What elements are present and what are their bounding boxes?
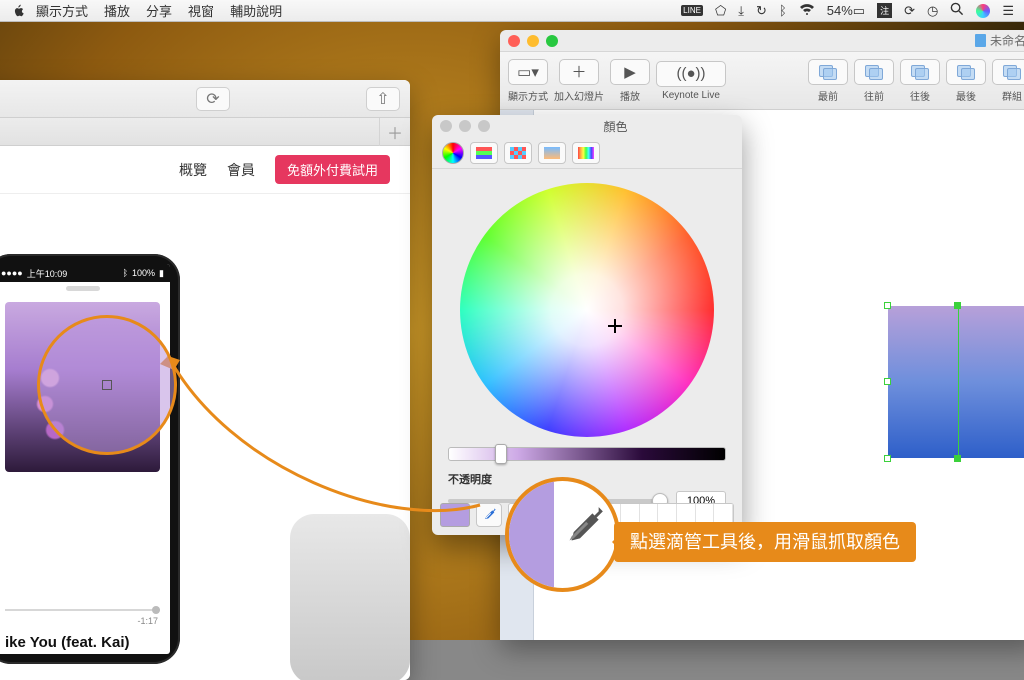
wifi-icon[interactable] (799, 3, 815, 18)
panel-title: 顏色 (497, 118, 734, 135)
color-mode-tabs (432, 137, 742, 169)
color-wheel[interactable] (460, 183, 714, 437)
reload-button[interactable]: ⟳ (196, 87, 230, 111)
drag-handle-icon (66, 286, 100, 291)
safari-toolbar: ⟳ ⇧ (0, 80, 410, 118)
annotation-loupe-eyedropper (505, 477, 620, 592)
send-backward-button[interactable]: 往後 (900, 59, 940, 103)
share-button[interactable]: ⇧ (366, 87, 400, 111)
menu-view[interactable]: 顯示方式 (36, 1, 88, 20)
iphone-mockup: ●●●● 上午10:09 ᛒ 100% ▮ -1:17 ike You (fea… (0, 254, 180, 664)
color-picker-panel: 顏色 不透明度 100% (432, 115, 742, 535)
scrubber (5, 609, 160, 611)
send-back-button[interactable]: 最後 (946, 59, 986, 103)
panel-window-controls[interactable] (440, 120, 490, 132)
eyedropper-button[interactable] (476, 503, 502, 527)
bluetooth-icon[interactable]: ᛒ (779, 3, 787, 18)
color-wheel-tab[interactable] (442, 142, 464, 164)
selected-shape[interactable] (888, 306, 1024, 458)
apple-logo-icon (12, 4, 26, 18)
keynote-toolbar: ▭▾顯示方式 ＋加入幻燈片 ▶播放 ((●))Keynote Live 最前 往… (500, 52, 1024, 110)
trial-button[interactable]: 免額外付費試用 (275, 155, 390, 184)
annotation-loupe-source (37, 315, 177, 455)
annotation-callout: 點選滴管工具後，用滑鼠抓取顏色 (614, 522, 916, 562)
bring-front-button[interactable]: 最前 (808, 59, 848, 103)
watch-mockup (290, 514, 410, 680)
iphone-status-bar: ●●●● 上午10:09 ᛒ 100% ▮ (0, 264, 170, 282)
eyedropper-icon (481, 507, 497, 523)
remaining-time: -1:17 (137, 616, 158, 626)
search-icon[interactable] (950, 2, 964, 19)
menu-play[interactable]: 播放 (104, 1, 130, 20)
window-controls[interactable] (508, 35, 558, 47)
siri-icon[interactable] (976, 4, 990, 18)
view-mode-button[interactable]: ▭▾顯示方式 (508, 59, 548, 103)
line-icon[interactable]: LINE (681, 5, 703, 16)
new-tab-button[interactable]: ＋ (380, 120, 410, 144)
dropbox-icon[interactable]: ⬠ (715, 3, 726, 19)
color-palettes-tab[interactable] (504, 142, 532, 164)
document-title: 未命名 (565, 32, 1024, 49)
nav-member[interactable]: 會員 (227, 160, 255, 180)
track-title: ike You (feat. Kai) (5, 634, 160, 651)
keynote-live-button[interactable]: ((●))Keynote Live (656, 61, 726, 101)
brightness-slider[interactable] (448, 447, 726, 461)
pencils-tab[interactable] (572, 142, 600, 164)
eyedropper-large-icon (557, 503, 607, 553)
mac-menubar: 顯示方式 播放 分享 視窗 輔助說明 LINE ⬠ ⤓ ↻ ᛒ 54%▭ 注 ⟳… (0, 0, 1024, 22)
color-cursor[interactable] (608, 319, 622, 333)
menu-share[interactable]: 分享 (146, 1, 172, 20)
notification-center-icon[interactable]: ☰ (1002, 3, 1014, 19)
timemachine-icon[interactable]: ↻ (756, 3, 767, 19)
bring-forward-button[interactable]: 往前 (854, 59, 894, 103)
current-color-swatch[interactable] (440, 503, 470, 527)
browser-tab[interactable]: c - Apple (台灣) (0, 118, 380, 146)
battery-indicator[interactable]: 54%▭ (827, 3, 865, 19)
group-button[interactable]: 群組 (992, 59, 1024, 103)
clock-icon[interactable]: ◷ (927, 3, 938, 19)
nav-overview[interactable]: 概覽 (179, 160, 207, 180)
color-sliders-tab[interactable] (470, 142, 498, 164)
menu-help[interactable]: 輔助說明 (230, 1, 282, 20)
input-method-icon[interactable]: 注 (877, 3, 892, 18)
page-subnav: 概覽 會員 免額外付費試用 (0, 146, 410, 194)
sync-icon[interactable]: ⟳ (904, 3, 915, 19)
menu-window[interactable]: 視窗 (188, 1, 214, 20)
image-palettes-tab[interactable] (538, 142, 566, 164)
add-slide-button[interactable]: ＋加入幻燈片 (554, 59, 604, 103)
play-button[interactable]: ▶播放 (610, 59, 650, 103)
download-icon[interactable]: ⤓ (738, 3, 744, 19)
